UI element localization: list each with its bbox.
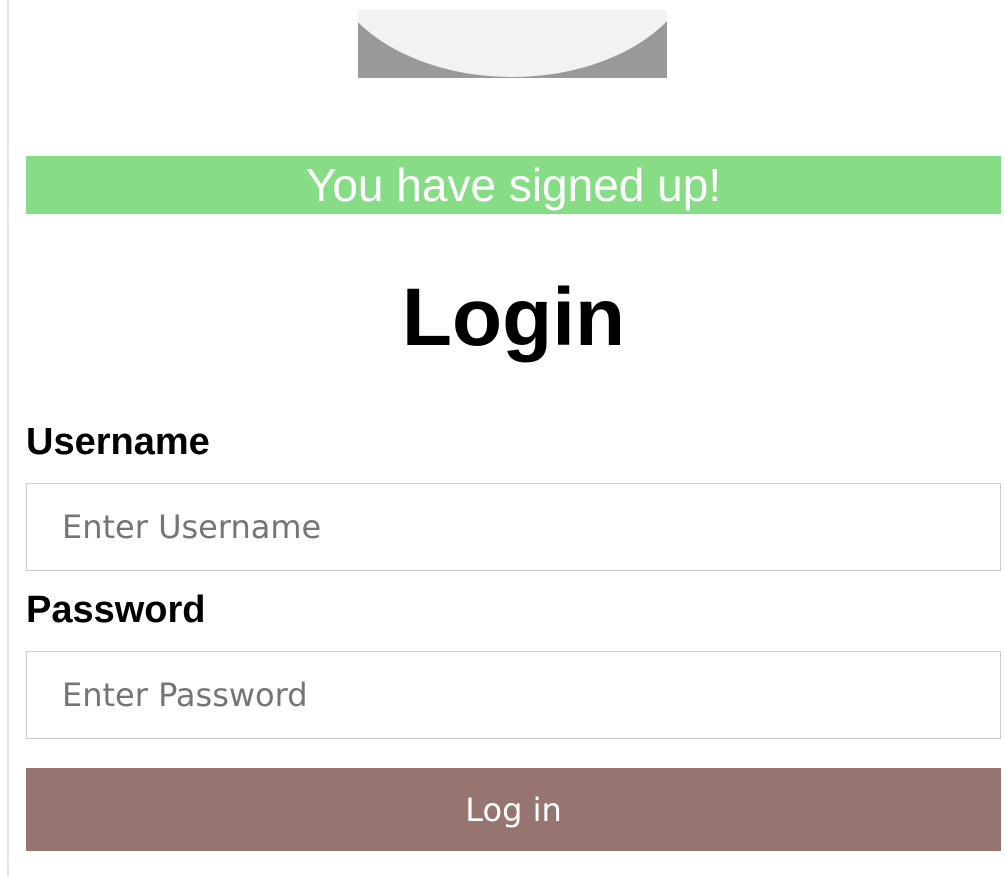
page-title: Login xyxy=(401,272,626,363)
password-label: Password xyxy=(26,589,206,631)
username-label: Username xyxy=(26,421,210,463)
avatar-mask-right xyxy=(667,10,675,78)
password-input[interactable] xyxy=(26,651,1001,739)
page-left-border xyxy=(7,0,9,877)
avatar xyxy=(350,10,675,78)
avatar-mask-left xyxy=(350,10,358,78)
login-button[interactable]: Log in xyxy=(26,768,1001,851)
username-input[interactable] xyxy=(26,483,1001,571)
success-banner: You have signed up! xyxy=(26,156,1001,214)
avatar-icon xyxy=(350,10,675,78)
